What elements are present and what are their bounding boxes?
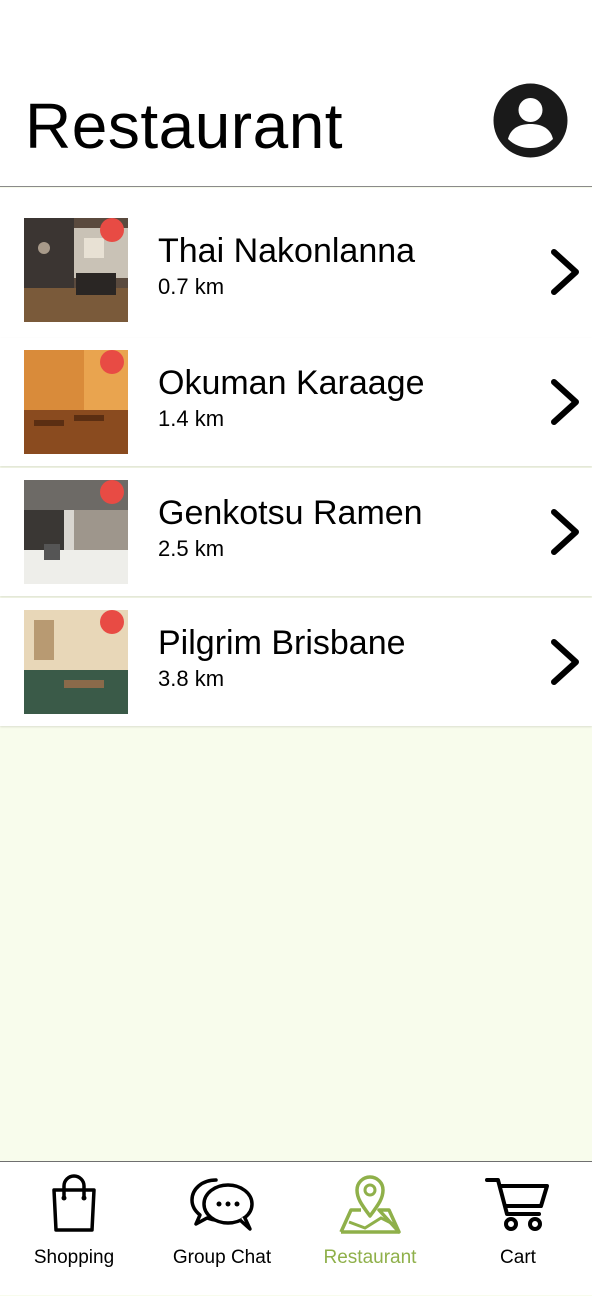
tab-group-chat[interactable]: Group Chat <box>148 1162 296 1296</box>
map-pin-icon <box>339 1175 401 1234</box>
restaurant-name: Thai Nakonlanna <box>158 232 416 270</box>
tab-label: Cart <box>500 1247 536 1268</box>
bottom-tab-bar: Shopping Group Chat Restaurant Cart <box>0 1161 592 1295</box>
tab-cart[interactable]: Cart <box>444 1162 592 1296</box>
status-dot <box>100 480 124 504</box>
restaurant-distance: 2.5 km <box>158 536 225 561</box>
restaurant-distance: 3.8 km <box>158 666 225 691</box>
status-dot <box>100 610 124 634</box>
status-dot <box>100 350 124 374</box>
restaurant-row[interactable]: Okuman Karaage 1.4 km <box>0 338 592 466</box>
restaurant-distance: 0.7 km <box>158 274 225 299</box>
app-header: Restaurant <box>0 0 592 187</box>
chevron-right-icon <box>551 379 579 425</box>
restaurant-list: Thai Nakonlanna 0.7 km Okuman Karaage 1.… <box>0 188 592 726</box>
status-dot <box>100 218 124 242</box>
cart-icon <box>485 1178 549 1231</box>
tab-label: Shopping <box>33 1247 115 1268</box>
restaurant-row[interactable]: Pilgrim Brisbane 3.8 km <box>0 598 592 726</box>
restaurant-row[interactable]: Thai Nakonlanna 0.7 km <box>0 188 592 338</box>
restaurant-photo <box>24 218 128 322</box>
user-circle-icon[interactable] <box>493 83 568 158</box>
restaurant-photo <box>24 350 128 454</box>
restaurant-name: Okuman Karaage <box>158 364 425 402</box>
tab-label: Restaurant <box>323 1247 417 1268</box>
restaurant-row[interactable]: Genkotsu Ramen 2.5 km <box>0 468 592 596</box>
tab-shopping[interactable]: Shopping <box>0 1162 148 1296</box>
restaurant-distance: 1.4 km <box>158 406 225 431</box>
restaurant-name: Genkotsu Ramen <box>158 494 423 532</box>
chat-bubbles-icon <box>190 1178 254 1231</box>
shopping-bag-icon <box>52 1174 96 1232</box>
chevron-right-icon <box>551 249 579 295</box>
restaurant-photo <box>24 610 128 714</box>
chevron-right-icon <box>551 509 579 555</box>
tab-restaurant[interactable]: Restaurant <box>296 1162 444 1296</box>
restaurant-photo <box>24 480 128 584</box>
tab-label: Group Chat <box>172 1247 272 1268</box>
page-title: Restaurant <box>25 90 344 162</box>
restaurant-name: Pilgrim Brisbane <box>158 624 406 662</box>
chevron-right-icon <box>551 639 579 685</box>
